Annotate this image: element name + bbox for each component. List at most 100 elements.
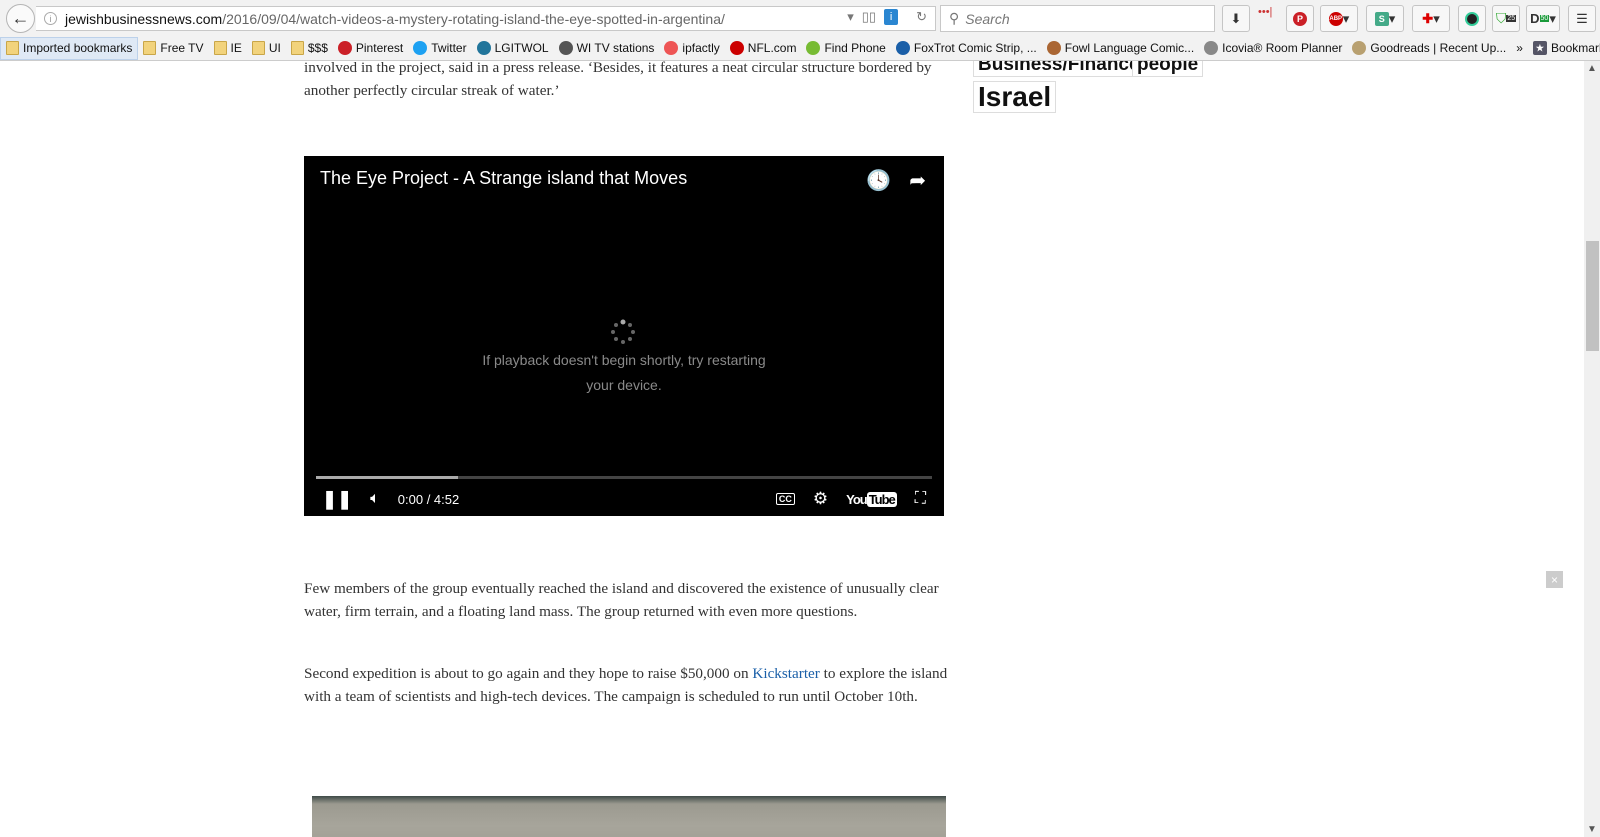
bookmark-label: UI — [268, 41, 281, 55]
ipfactly-icon — [664, 41, 679, 55]
reader-view-icon[interactable]: i — [884, 9, 899, 25]
bookmark-item[interactable]: WI TV stations — [554, 37, 660, 60]
bookmark-item[interactable]: Icovia® Room Planner — [1199, 37, 1347, 60]
watch-later-icon[interactable]: 🕓 — [866, 168, 891, 193]
progress-bar[interactable] — [316, 476, 932, 479]
bookmark-label: Imported bookmarks — [23, 41, 133, 55]
bookmark-item[interactable]: $$$ — [286, 37, 333, 60]
kickstarter-link[interactable]: Kickstarter — [752, 665, 819, 682]
bookmark-item[interactable]: NFL.com — [725, 37, 802, 60]
reload-icon[interactable]: ↻ — [916, 9, 927, 25]
reading-list-icon[interactable]: ▯▯ — [862, 9, 876, 25]
bookmark-label: Icovia® Room Planner — [1222, 41, 1343, 55]
first-aid-extension-button[interactable]: ✚ ▾ — [1412, 5, 1450, 32]
bookmark-label: LGITWOL — [494, 41, 549, 55]
bookmark-label: Goodreads | Recent Up... — [1370, 41, 1507, 55]
bookmark-label: Fowl Language Comic... — [1064, 41, 1195, 55]
back-button[interactable]: ← — [6, 4, 35, 33]
scroll-up-icon[interactable]: ▲ — [1584, 63, 1600, 74]
browser-toolbar: ← i jewishbusinessnews.com/2016/09/04/wa… — [0, 0, 1600, 36]
search-input[interactable]: ⚲ Search — [940, 5, 1215, 32]
bookmark-item[interactable]: FoxTrot Comic Strip, ... — [891, 37, 1042, 60]
bookmark-item[interactable]: Find Phone — [801, 37, 890, 60]
bookmark-label: Twitter — [431, 41, 467, 55]
goodreads-icon — [1352, 41, 1367, 55]
tag-people[interactable]: people — [1132, 61, 1204, 77]
bookmarks-toolbar: Imported bookmarks Free TV IE UI $$$ Pinteres… — [0, 36, 1600, 61]
adblock-button[interactable]: ABP ▾ — [1320, 5, 1358, 32]
bookmark-label: Find Phone — [824, 41, 886, 55]
bookmark-item[interactable]: Free TV — [138, 37, 208, 60]
article-paragraph: involved in the project, said in a press… — [304, 61, 932, 99]
bookmarks-menu-label: Bookmarks — [1550, 41, 1600, 55]
article-paragraph: Second expedition is about to go again a… — [304, 665, 948, 705]
folder-icon — [251, 41, 265, 55]
buffered-bar — [316, 476, 458, 479]
bookmark-label: WI TV stations — [576, 41, 655, 55]
bookmark-item[interactable]: UI — [247, 37, 286, 60]
download-button[interactable]: ⬇ — [1222, 5, 1250, 32]
fowl-language-icon — [1046, 41, 1061, 55]
shield-extension-button[interactable]: ⛉ 25 — [1492, 5, 1520, 32]
video-time: 0:00 / 4:52 — [397, 491, 460, 507]
wikipedia-icon — [558, 41, 573, 55]
video-title[interactable]: The Eye Project - A Strange island that … — [320, 168, 687, 189]
bookmark-label: $$$ — [307, 41, 328, 55]
video-player[interactable]: The Eye Project - A Strange island that … — [304, 156, 944, 516]
menu-button[interactable]: ☰ — [1568, 5, 1596, 32]
bookmark-item[interactable]: Pinterest — [333, 37, 408, 60]
find-phone-icon — [806, 41, 821, 55]
foxtrot-icon — [895, 41, 910, 55]
bookmark-item[interactable]: IE — [209, 37, 247, 60]
bookmark-label: NFL.com — [747, 41, 797, 55]
bookmark-star-icon: ★ — [1532, 41, 1547, 55]
wordpress-icon — [476, 41, 491, 55]
bookmark-item[interactable]: Twitter — [408, 37, 471, 60]
bookmark-label: Free TV — [160, 41, 204, 55]
bookmark-item[interactable]: ipfactly — [659, 37, 724, 60]
bookmark-label: FoxTrot Comic Strip, ... — [913, 41, 1037, 55]
bookmark-item[interactable]: Imported bookmarks — [0, 36, 139, 60]
video-controls: ❚❚ 🔈︎ 0:00 / 4:52 CC ⚙ You Tube ⛶ — [304, 482, 944, 516]
scrollbar-thumb[interactable] — [1586, 241, 1599, 351]
folder-icon — [6, 41, 19, 55]
search-icon: ⚲ — [949, 10, 960, 26]
s3-extension-button[interactable]: S ▾ — [1366, 5, 1404, 32]
bookmark-label: Pinterest — [355, 41, 404, 55]
playback-message: If playback doesn't begin shortly, try r… — [482, 352, 766, 393]
d-extension-button[interactable]: D 50 ▾ — [1526, 5, 1560, 32]
bookmark-item[interactable]: LGITWOL — [472, 37, 554, 60]
scrollbar[interactable]: ▲ ▼ — [1584, 61, 1600, 837]
share-icon[interactable]: ➦ — [909, 168, 926, 193]
globe-icon — [1204, 41, 1219, 55]
extension-dots-icon[interactable]: •••| — [1258, 6, 1272, 18]
info-icon[interactable]: i — [44, 12, 57, 25]
article-image — [312, 796, 946, 837]
pause-icon[interactable]: ❚❚ — [322, 489, 352, 510]
url-bar[interactable]: i jewishbusinessnews.com/2016/09/04/watc… — [36, 6, 936, 31]
bookmark-item[interactable]: Fowl Language Comic... — [1042, 37, 1199, 60]
youtube-logo[interactable]: You Tube — [846, 491, 897, 507]
bookmarks-overflow-button[interactable]: » — [1511, 37, 1528, 60]
nfl-icon — [729, 41, 744, 55]
tag-business-finance[interactable]: Business/Finance — [973, 61, 1145, 77]
volume-icon[interactable]: 🔈︎ — [370, 490, 380, 508]
page-content: involved in the project, said in a press… — [0, 61, 1584, 837]
dropdown-icon[interactable]: ▾ — [847, 9, 854, 25]
fullscreen-icon[interactable]: ⛶ — [915, 490, 926, 508]
bookmark-label: IE — [230, 41, 242, 55]
badge: 25 — [1506, 15, 1517, 22]
close-ad-button[interactable]: × — [1546, 571, 1563, 588]
url-domain: jewishbusinessnews.com — [65, 10, 223, 27]
bookmark-item[interactable]: Goodreads | Recent Up... — [1347, 37, 1511, 60]
bookmarks-menu-button[interactable]: ★Bookmarks — [1528, 37, 1600, 60]
settings-icon[interactable]: ⚙ — [813, 489, 828, 509]
pinterest-extension-button[interactable]: P — [1286, 5, 1314, 32]
scroll-down-icon[interactable]: ▼ — [1584, 824, 1600, 835]
color-extension-button[interactable] — [1458, 5, 1486, 32]
loading-spinner-icon — [611, 319, 635, 344]
folder-icon — [213, 41, 227, 55]
tag-israel[interactable]: Israel — [973, 81, 1057, 113]
folder-icon — [143, 41, 157, 55]
captions-button[interactable]: CC — [775, 493, 795, 505]
